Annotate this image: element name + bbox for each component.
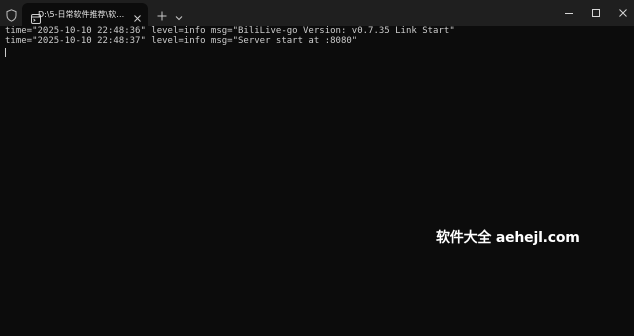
console-line: time="2025-10-10 22:48:37" level=info ms…	[5, 36, 358, 46]
tab-title: D:\5-日常软件推荐\软件小钛\	[38, 10, 131, 19]
maximize-icon	[592, 9, 600, 17]
shield-icon[interactable]	[6, 7, 17, 22]
watermark: 软件大全 aehejl.com	[436, 230, 580, 246]
close-tab-icon[interactable]	[132, 9, 143, 22]
terminal-window: D:\5-日常软件推荐\软件小钛\	[0, 0, 634, 336]
minimize-icon	[565, 13, 573, 14]
text-cursor	[5, 48, 6, 57]
console-output[interactable]: time="2025-10-10 22:48:36" level=info ms…	[0, 26, 634, 336]
close-icon	[619, 9, 627, 17]
close-button[interactable]	[603, 0, 634, 26]
title-bar[interactable]: D:\5-日常软件推荐\软件小钛\	[0, 0, 634, 26]
plus-icon[interactable]	[156, 7, 168, 21]
tab-terminal[interactable]: D:\5-日常软件推荐\软件小钛\	[22, 3, 148, 26]
chevron-down-icon[interactable]	[174, 8, 184, 21]
